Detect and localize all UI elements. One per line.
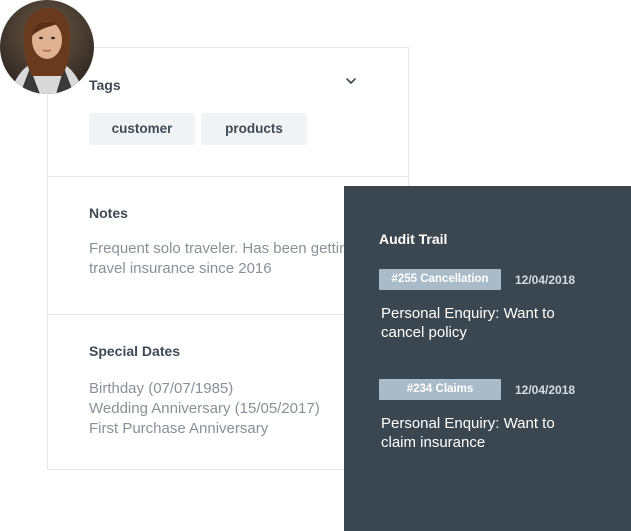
entry-line: Personal Enquiry: Want to — [381, 305, 555, 322]
audit-trail-title: Audit Trail — [379, 231, 448, 247]
ticket-badge[interactable]: #234 Claims — [379, 379, 501, 400]
avatar[interactable] — [0, 0, 94, 94]
tags-section: Tags customer products — [48, 48, 408, 177]
tags-title: Tags — [89, 77, 121, 93]
entry-line: claim insurance — [381, 434, 486, 451]
entry-line: cancel policy — [381, 324, 467, 341]
entry-date: 12/04/2018 — [515, 273, 576, 287]
entry-description: Personal Enquiry: Want to cancel policy — [381, 304, 601, 342]
entry-date: 12/04/2018 — [515, 383, 576, 397]
special-date-item: First Purchase Anniversary — [89, 420, 269, 437]
tag-customer[interactable]: customer — [89, 113, 195, 145]
special-date-item: Wedding Anniversary (15/05/2017) — [89, 400, 320, 417]
entry-description: Personal Enquiry: Want to claim insuranc… — [381, 414, 601, 452]
notes-title: Notes — [89, 205, 128, 221]
chevron-down-icon[interactable] — [345, 75, 357, 87]
special-date-item: Birthday (07/07/1985) — [89, 380, 234, 397]
audit-trail-panel: Audit Trail #255 Cancellation 12/04/2018… — [344, 186, 631, 531]
entry-line: Personal Enquiry: Want to — [381, 415, 555, 432]
tag-list: customer products — [89, 113, 307, 145]
special-dates-title: Special Dates — [89, 343, 181, 359]
user-avatar-photo — [0, 0, 94, 94]
special-dates-list: Birthday (07/07/1985) Wedding Anniversar… — [89, 379, 320, 439]
ticket-badge[interactable]: #255 Cancellation — [379, 269, 501, 290]
tag-products[interactable]: products — [201, 113, 307, 145]
